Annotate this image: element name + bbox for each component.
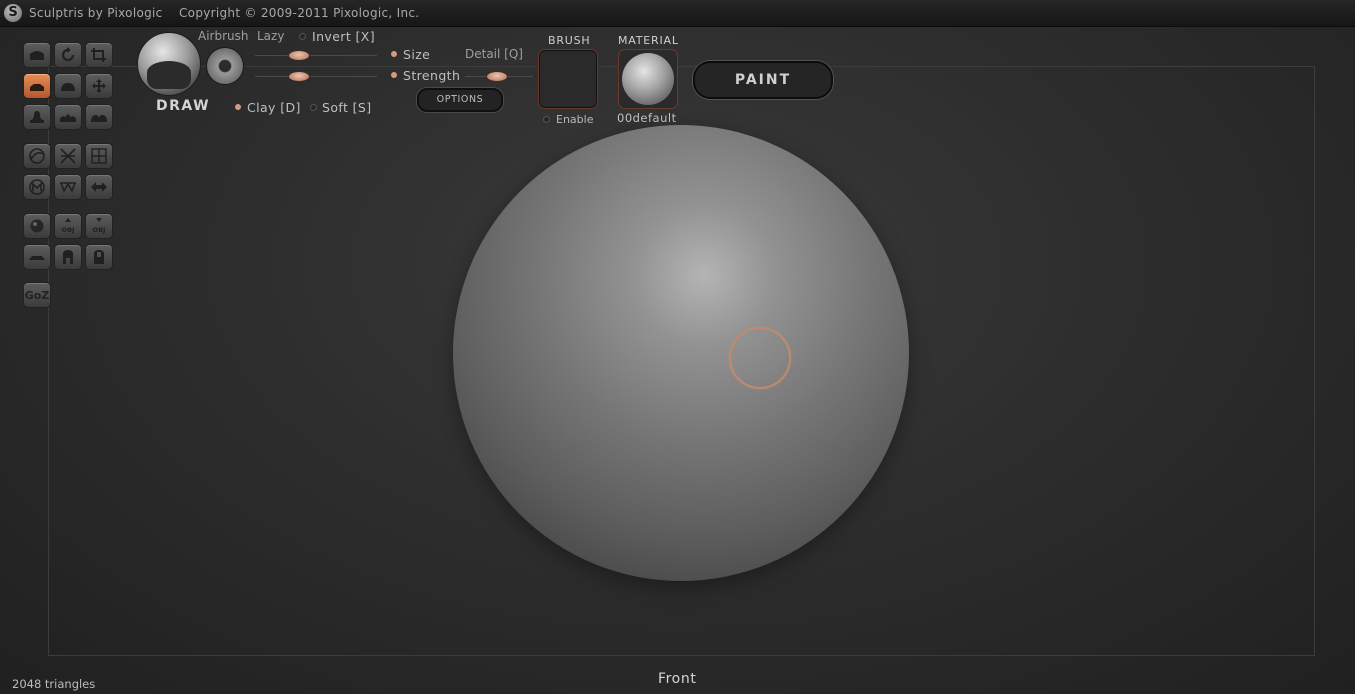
mask-button[interactable]: [23, 174, 51, 200]
flatten-tool-button[interactable]: [23, 73, 51, 99]
smooth-tool-icon: [60, 114, 76, 122]
airbrush-label: Airbrush: [198, 29, 249, 43]
draw-tool-button[interactable]: [23, 42, 51, 68]
material-slot[interactable]: [618, 49, 678, 109]
crop-tool-button[interactable]: [85, 42, 113, 68]
triangle-count: 2048 triangles: [12, 677, 96, 691]
crease-tool-icon: [91, 115, 107, 122]
options-button[interactable]: OPTIONS: [417, 88, 503, 112]
title-bar: S Sculptris by Pixologic Copyright © 200…: [0, 0, 1355, 27]
svg-text:OBJ: OBJ: [62, 226, 75, 234]
reduce-icon: [60, 182, 76, 193]
reduce-button[interactable]: [54, 174, 82, 200]
svg-text:OBJ: OBJ: [93, 226, 106, 234]
new-plane-button[interactable]: [23, 244, 51, 270]
brush-texture-header: BRUSH: [548, 34, 591, 47]
clay-toggle[interactable]: [235, 104, 241, 110]
rotate-tool-icon: [61, 47, 75, 62]
symmetry-button[interactable]: [23, 143, 51, 169]
wireframe-button[interactable]: [54, 143, 82, 169]
pinch-tool-icon: [30, 111, 44, 123]
mirror-button[interactable]: [85, 174, 113, 200]
soft-toggle[interactable]: [310, 104, 317, 111]
smooth-tool-button[interactable]: [54, 104, 82, 130]
inflate-tool-icon: [61, 83, 75, 91]
size-slider-handle[interactable]: [287, 71, 310, 82]
brush-cursor: [729, 327, 791, 389]
material-preview-sphere: [622, 53, 674, 105]
clay-label: Clay [D]: [247, 100, 301, 115]
brush-preview-icon[interactable]: [137, 32, 201, 96]
import-obj-icon: OBJ: [62, 218, 75, 234]
sculptris-logo-icon: S: [4, 4, 22, 22]
lazy-slider-handle[interactable]: [287, 50, 310, 61]
invert-label: Invert [X]: [312, 29, 376, 44]
strength-indicator-dot: [391, 72, 397, 78]
brush-enable-label: Enable: [556, 113, 594, 126]
sphere-new-icon: [30, 219, 44, 233]
material-header: MATERIAL: [618, 34, 679, 47]
save-file-button[interactable]: [85, 244, 113, 270]
paint-mode-button[interactable]: PAINT: [693, 61, 833, 99]
grid-icon: [91, 148, 107, 164]
material-name: 00default: [617, 111, 677, 125]
grid-button[interactable]: [85, 143, 113, 169]
detail-slider-handle[interactable]: [485, 71, 508, 82]
grab-tool-icon: [92, 79, 106, 93]
grab-tool-button[interactable]: [85, 73, 113, 99]
strength-label: Strength: [403, 68, 461, 83]
invert-toggle[interactable]: [299, 33, 306, 40]
draw-tool-icon: [30, 51, 44, 60]
open-file-icon: [63, 250, 73, 264]
crop-tool-icon: [91, 48, 106, 62]
size-indicator-dot: [391, 51, 397, 57]
brush-enable-toggle[interactable]: [543, 116, 550, 123]
inflate-tool-button[interactable]: [54, 73, 82, 99]
lazy-slider-track[interactable]: [255, 55, 377, 56]
rotate-tool-button[interactable]: [54, 42, 82, 68]
wireframe-icon: [60, 148, 76, 164]
save-file-icon: [94, 250, 104, 264]
goz-button[interactable]: GoZ: [23, 282, 51, 308]
crease-tool-button[interactable]: [85, 104, 113, 130]
plane-icon: [29, 256, 45, 260]
brush-texture-slot[interactable]: [538, 49, 598, 109]
airbrush-toggle[interactable]: [206, 47, 244, 85]
new-sphere-button[interactable]: [23, 213, 51, 239]
size-label: Size: [403, 47, 431, 62]
open-file-button[interactable]: [54, 244, 82, 270]
export-obj-button[interactable]: OBJ: [85, 213, 113, 239]
current-tool-name: DRAW: [156, 98, 211, 114]
sculpt-model[interactable]: [453, 125, 909, 581]
size-slider-track[interactable]: [255, 76, 377, 77]
lazy-label: Lazy: [257, 29, 285, 43]
view-label: Front: [658, 671, 697, 687]
export-obj-icon: OBJ: [93, 218, 106, 234]
mirror-icon: [91, 182, 107, 192]
import-obj-button[interactable]: OBJ: [54, 213, 82, 239]
app-title: Sculptris by Pixologic Copyright © 2009-…: [29, 6, 420, 20]
mask-icon: [29, 179, 45, 195]
soft-label: Soft [S]: [322, 100, 372, 115]
detail-label: Detail [Q]: [465, 47, 523, 61]
symmetry-icon: [29, 148, 45, 164]
pinch-tool-button[interactable]: [23, 104, 51, 130]
flatten-tool-icon: [30, 84, 44, 91]
